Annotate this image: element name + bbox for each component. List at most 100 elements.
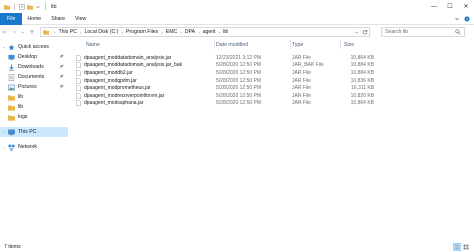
- file-name-cell: dpaagent_modgpdm.jar: [76, 77, 137, 85]
- folder-icon: [8, 94, 15, 101]
- file-date: 5/28/2020 12:50 PM: [216, 85, 262, 92]
- chevron-right-icon[interactable]: ›: [0, 145, 8, 150]
- chevron-down-icon[interactable]: [454, 16, 460, 22]
- breadcrumb-agent[interactable]: agent: [203, 29, 216, 35]
- file-list: Name Date modified Type Size dpaagent_mo…: [70, 39, 474, 239]
- column-divider[interactable]: [290, 40, 291, 49]
- breadcrumb-separator-icon: ›: [180, 29, 182, 35]
- column-header-date-modified[interactable]: Date modified: [216, 39, 248, 50]
- column-divider[interactable]: [340, 40, 341, 49]
- tab-view[interactable]: View: [70, 13, 91, 25]
- chevron-down-icon[interactable]: [354, 30, 359, 35]
- table-row[interactable]: dpaagent_moddatadomain_analysis.jar_bak …: [70, 62, 474, 70]
- nav-item-label: Pictures: [18, 84, 37, 90]
- search-icon: [455, 29, 461, 35]
- breadcrumb-lib[interactable]: lib: [223, 29, 228, 35]
- ribbon-tabs: File Home Share View ?: [0, 12, 474, 25]
- back-button[interactable]: [0, 26, 9, 38]
- table-row[interactable]: dpaagent_modprometheus.jar 5/28/2020 12:…: [70, 84, 474, 92]
- file-icon: [76, 62, 81, 69]
- nav-item-documents[interactable]: Documents: [0, 72, 68, 82]
- file-type: JAR_BAK File: [292, 62, 324, 69]
- jar-file-icon: [76, 100, 81, 107]
- table-row[interactable]: dpaagent_modsaphana.jar 5/28/2020 12:50 …: [70, 100, 474, 108]
- jar-file-icon: [76, 70, 81, 76]
- breadcrumb-separator-icon: ›: [54, 29, 56, 35]
- chevron-down-icon[interactable]: [35, 4, 41, 10]
- up-button[interactable]: [27, 26, 36, 38]
- nav-item-desktop[interactable]: Desktop: [0, 52, 68, 62]
- search-input[interactable]: [385, 29, 453, 35]
- tab-share[interactable]: Share: [46, 13, 70, 25]
- new-folder-icon[interactable]: [27, 4, 33, 10]
- large-icons-view-icon: [463, 244, 469, 250]
- search-box[interactable]: [381, 27, 465, 37]
- nav-item-network[interactable]: › Network: [0, 142, 68, 152]
- forward-button[interactable]: [9, 26, 18, 38]
- file-name: dpaagent_moddatadomain_analysis.jar: [84, 54, 172, 61]
- arrow-left-icon: [2, 30, 7, 34]
- nav-item-label: lib: [18, 104, 24, 110]
- nav-item-lib[interactable]: lib: [0, 102, 68, 112]
- minimize-button[interactable]: —: [426, 0, 442, 13]
- large-icons-view-button[interactable]: [462, 243, 470, 251]
- column-header-name[interactable]: Name: [86, 39, 100, 50]
- address-bar[interactable]: › This PC › Local Disk (C:) › Program Fi…: [40, 27, 370, 37]
- nav-item-label: Network: [18, 144, 38, 150]
- file-date: 5/28/2020 12:50 PM: [216, 92, 262, 99]
- refresh-icon[interactable]: [362, 29, 368, 35]
- file-name-cell: dpaagent_modsaphana.jar: [76, 100, 144, 108]
- column-divider[interactable]: [214, 40, 215, 49]
- chevron-down-icon: [21, 31, 24, 33]
- download-icon: [8, 63, 15, 70]
- close-button[interactable]: ✕: [458, 0, 474, 13]
- breadcrumb-separator-icon: ›: [79, 29, 82, 35]
- column-header-type[interactable]: Type: [292, 39, 303, 50]
- nav-item-pictures[interactable]: Pictures: [0, 82, 68, 92]
- breadcrumb-separator-icon: ›: [121, 29, 123, 35]
- nav-item-label: logs: [18, 114, 28, 120]
- nav-item-downloads[interactable]: Downloads: [0, 62, 68, 72]
- breadcrumb-this-pc[interactable]: This PC: [59, 29, 77, 35]
- help-icon[interactable]: ?: [464, 16, 470, 22]
- desktop-icon: [8, 54, 15, 60]
- maximize-button[interactable]: ☐: [442, 0, 458, 13]
- nav-item-logs[interactable]: logs: [0, 112, 68, 122]
- nav-item-quick-access[interactable]: ⌄ Quick access: [0, 42, 68, 52]
- file-type: JAR File: [292, 92, 311, 99]
- star-icon: [8, 43, 15, 50]
- nav-item-label: Desktop: [18, 54, 38, 60]
- pin-icon: [59, 54, 64, 59]
- file-name: dpaagent_moddb2.jar: [84, 69, 133, 76]
- nav-item-lib[interactable]: lib: [0, 92, 68, 102]
- file-name: dpaagent_modprometheus.jar: [84, 85, 151, 92]
- breadcrumb-dpa[interactable]: DPA: [185, 29, 195, 35]
- tab-home[interactable]: Home: [22, 13, 46, 25]
- tab-file[interactable]: File: [0, 12, 23, 25]
- table-row[interactable]: dpaagent_modgpdm.jar 5/28/2020 12:50 PM …: [70, 77, 474, 85]
- details-view-button[interactable]: [453, 243, 461, 251]
- chevron-right-icon[interactable]: ›: [0, 130, 8, 135]
- nav-item-label: Documents: [18, 74, 45, 80]
- breadcrumb-program-files[interactable]: Program Files: [126, 29, 158, 35]
- table-row[interactable]: dpaagent_moddb2.jar 5/28/2020 12:50 PM J…: [70, 69, 474, 77]
- properties-icon[interactable]: [19, 3, 25, 10]
- file-date: 5/28/2020 12:50 PM: [216, 69, 262, 76]
- breadcrumb-emc[interactable]: EMC: [166, 29, 178, 35]
- nav-item-label: This PC: [18, 129, 37, 135]
- file-date: 5/28/2020 12:50 PM: [216, 77, 262, 84]
- nav-item-this-pc[interactable]: › This PC: [0, 127, 68, 137]
- breadcrumb-local-disk[interactable]: Local Disk (C:): [84, 29, 118, 35]
- file-size: 10,820 KB: [350, 92, 374, 99]
- chevron-down-icon[interactable]: ⌄: [0, 44, 8, 50]
- column-header-size[interactable]: Size: [344, 39, 354, 50]
- nav-item-label: lib: [18, 94, 24, 100]
- svg-text:?: ?: [466, 17, 468, 21]
- file-size: 10,864 KB: [350, 100, 374, 107]
- status-bar: 7 items: [0, 242, 474, 252]
- table-row[interactable]: dpaagent_modrecoverpointforvm.jar 5/28/2…: [70, 92, 474, 100]
- folder-icon: [8, 114, 15, 121]
- recent-locations-button[interactable]: [18, 26, 27, 38]
- table-row[interactable]: dpaagent_moddatadomain_analysis.jar 12/2…: [70, 54, 474, 62]
- details-view-icon: [454, 244, 460, 250]
